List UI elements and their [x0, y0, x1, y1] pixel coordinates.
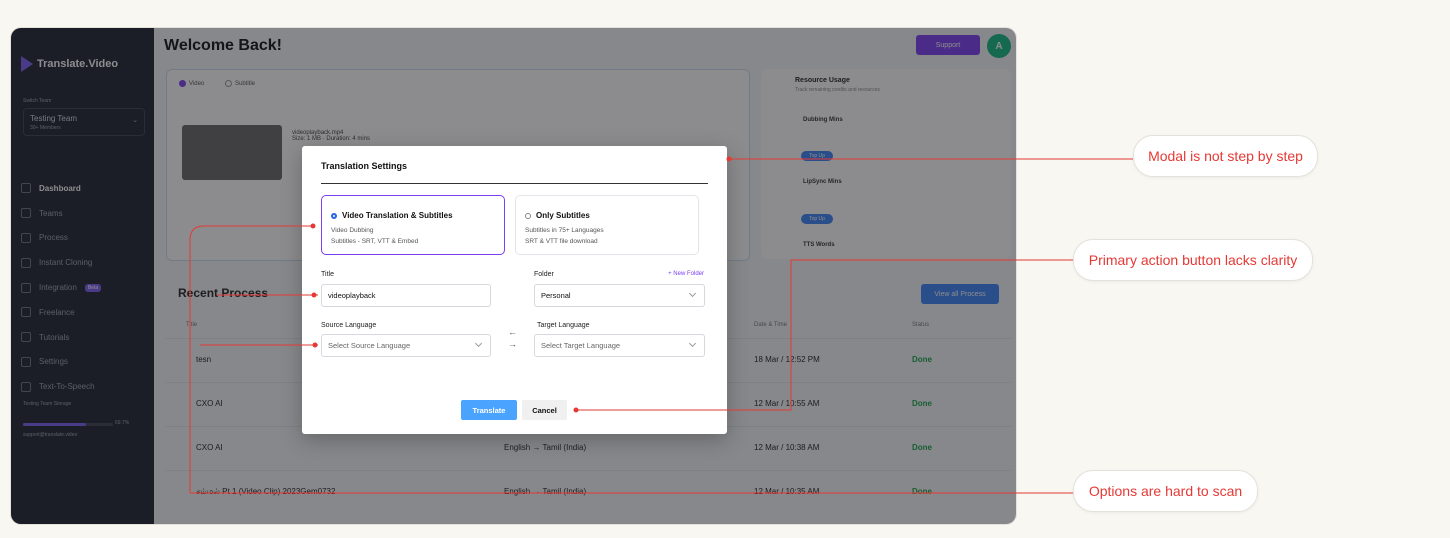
annotation-dot — [312, 342, 318, 348]
annotation-dot — [573, 407, 579, 413]
callout-primary-button-clarity: Primary action button lacks clarity — [1073, 239, 1313, 281]
annotation-dot — [310, 223, 316, 229]
callout-options-hard-to-scan: Options are hard to scan — [1073, 470, 1258, 512]
annotation-line-options — [189, 225, 1073, 494]
callout-modal-not-step-by-step: Modal is not step by step — [1133, 135, 1318, 177]
annotation-dot — [726, 156, 732, 162]
annotation-dot — [311, 292, 317, 298]
annotation-line-cancel — [577, 259, 1073, 411]
